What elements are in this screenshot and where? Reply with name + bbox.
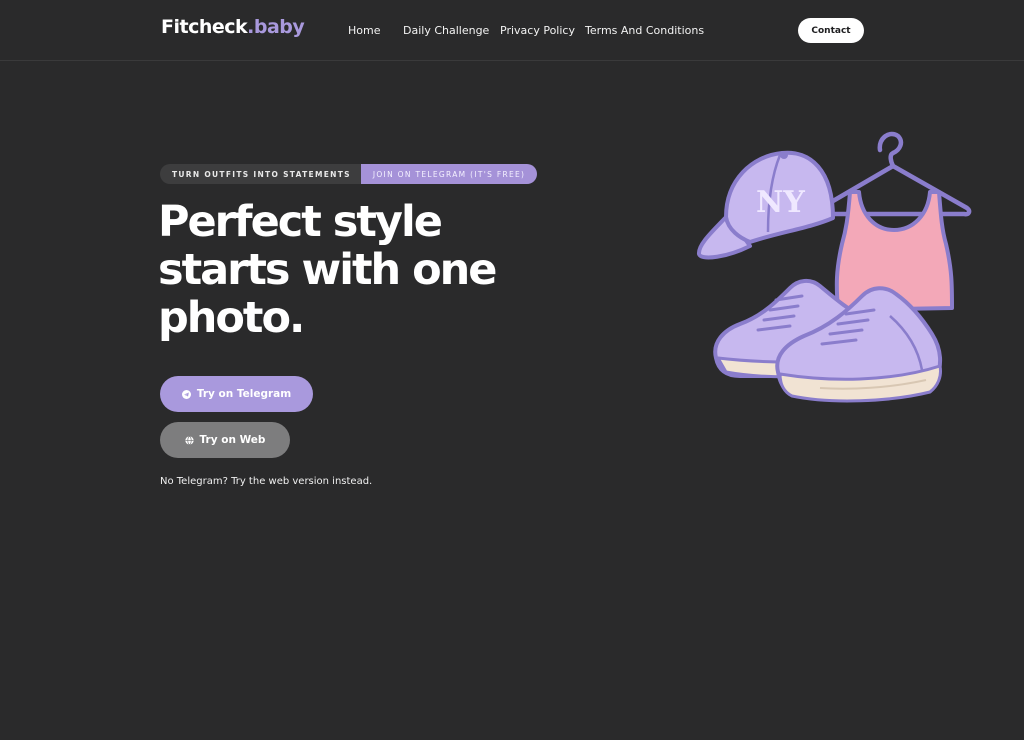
tagline-badge: TURN OUTFITS INTO STATEMENTS <box>160 164 361 184</box>
logo-accent-text: .baby <box>247 16 305 38</box>
try-on-telegram-button[interactable]: Try on Telegram <box>160 376 313 412</box>
headline-line-2: starts with one <box>158 245 497 295</box>
nav-home[interactable]: Home <box>348 24 380 37</box>
try-on-web-label: Try on Web <box>199 434 266 446</box>
contact-button[interactable]: Contact <box>798 18 864 43</box>
cap-logo-text: NY <box>756 185 805 220</box>
headline-line-3: photo. <box>158 293 305 343</box>
hanger-icon <box>816 131 972 217</box>
nav-terms-and-conditions[interactable]: Terms And Conditions <box>585 24 704 37</box>
cap-icon: NY <box>697 150 835 260</box>
web-version-note: No Telegram? Try the web version instead… <box>160 476 373 487</box>
outfit-illustration: NY <box>697 131 972 403</box>
site-logo[interactable]: Fitcheck.baby <box>161 16 305 38</box>
nav-daily-challenge[interactable]: Daily Challenge <box>403 24 489 37</box>
try-on-telegram-label: Try on Telegram <box>196 388 292 400</box>
globe-icon <box>184 435 194 445</box>
headline-line-1: Perfect style <box>158 197 443 247</box>
nav-privacy-policy[interactable]: Privacy Policy <box>500 24 575 37</box>
site-header: Fitcheck.baby Home Daily Challenge Priva… <box>0 0 1024 61</box>
try-on-web-button[interactable]: Try on Web <box>160 422 290 458</box>
hero-headline: Perfect style starts with one photo. <box>158 198 538 342</box>
join-telegram-badge[interactable]: JOIN ON TELEGRAM (IT'S FREE) <box>360 164 538 184</box>
logo-main-text: Fitcheck <box>161 16 248 38</box>
telegram-icon <box>181 389 191 399</box>
hero-tag-pill: TURN OUTFITS INTO STATEMENTS JOIN ON TEL… <box>160 164 538 184</box>
